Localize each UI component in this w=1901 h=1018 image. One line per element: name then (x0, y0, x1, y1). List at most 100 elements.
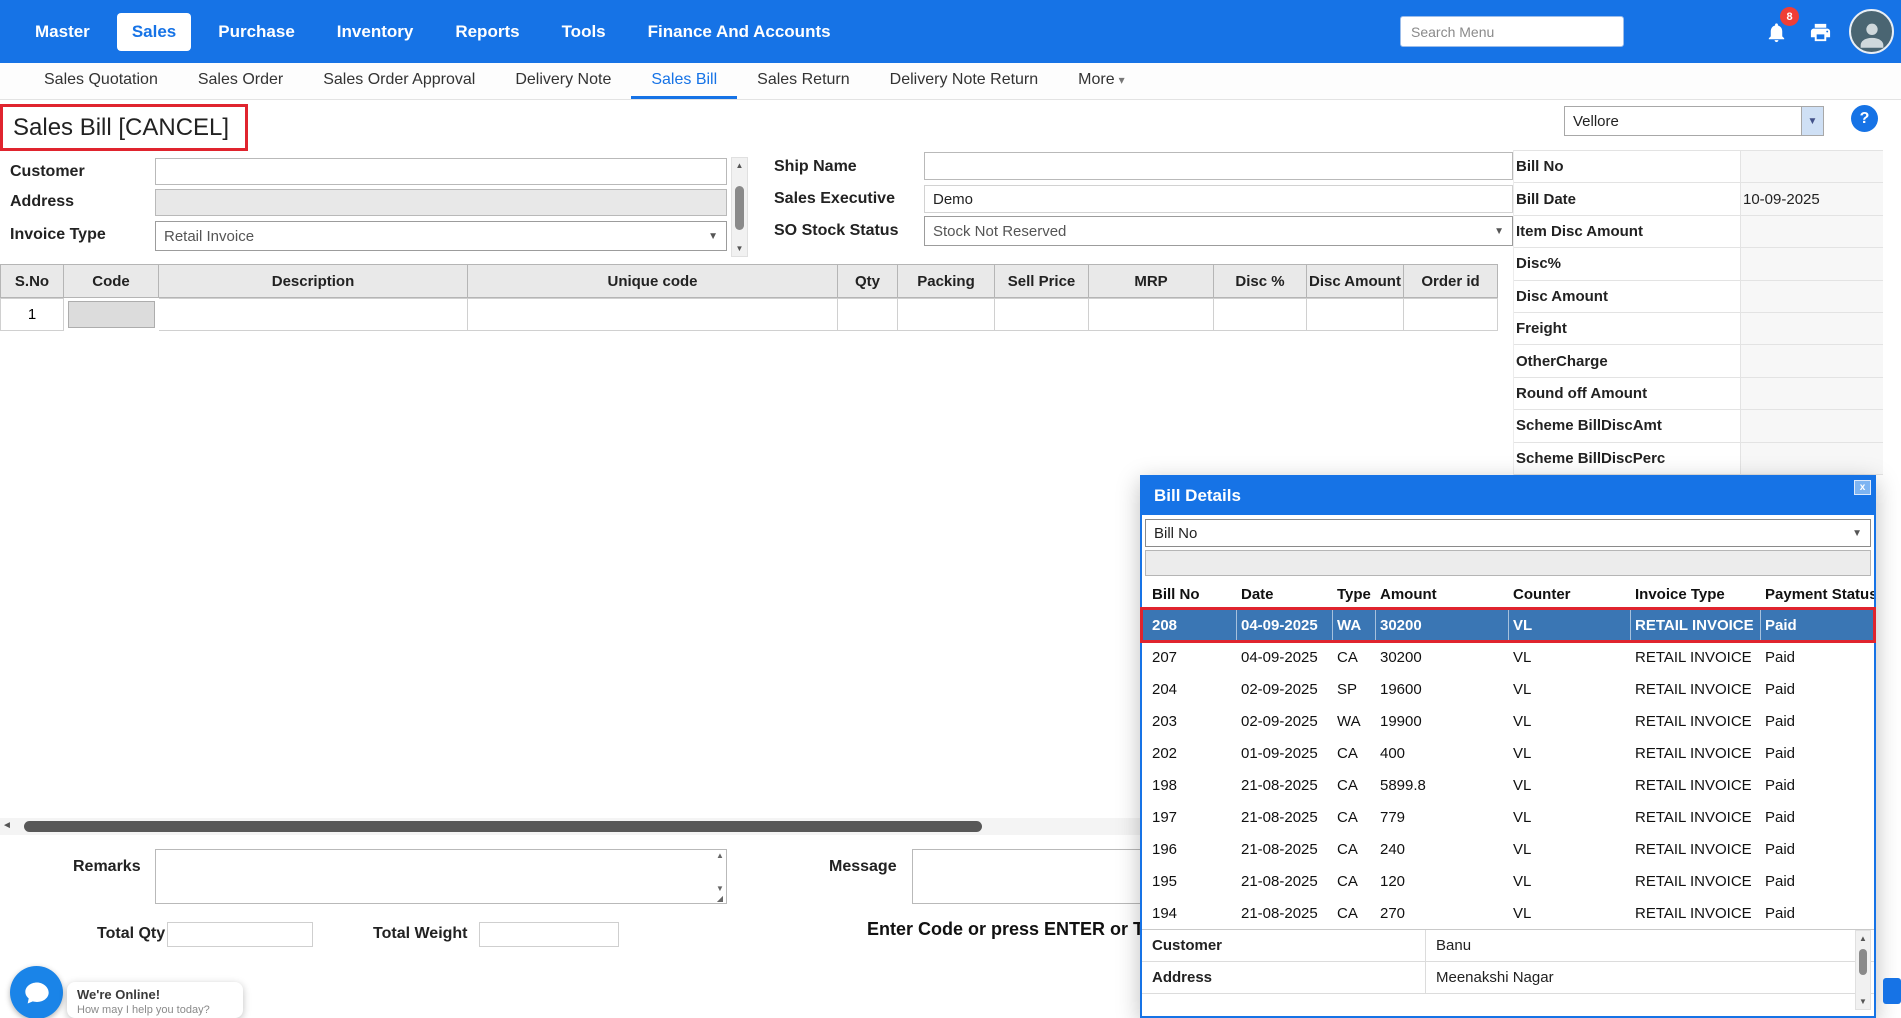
nav-item-tools[interactable]: Tools (547, 13, 621, 51)
bill-details-cell: CA (1333, 649, 1376, 666)
bill-details-row[interactable]: 20704-09-2025CA30200VLRETAIL INVOICEPaid (1142, 641, 1874, 673)
textarea-up-icon[interactable]: ▲ (714, 851, 726, 860)
caret-down-icon[interactable]: ▼ (1801, 107, 1823, 135)
chat-widget-button[interactable] (10, 966, 63, 1018)
print-icon[interactable] (1806, 18, 1834, 46)
scroll-left-icon[interactable]: ◄ (2, 820, 12, 831)
item-cell-packing[interactable] (898, 298, 995, 331)
horizontal-scrollbar-thumb[interactable] (24, 821, 982, 832)
tab-more[interactable]: More▾ (1058, 63, 1144, 99)
bill-details-row[interactable]: 19621-08-2025CA240VLRETAIL INVOICEPaid (1142, 833, 1874, 865)
summary-value[interactable] (1740, 151, 1883, 182)
address-label: Address (10, 193, 74, 211)
item-cell-disc-pct[interactable] (1214, 298, 1307, 331)
bill-details-cell: 04-09-2025 (1237, 649, 1333, 666)
bill-details-cell: 400 (1376, 745, 1509, 762)
address-input[interactable] (155, 189, 727, 216)
sales-executive-input[interactable] (924, 185, 1513, 213)
bill-details-row[interactable]: 19721-08-2025CA779VLRETAIL INVOICEPaid (1142, 801, 1874, 833)
bill-details-row[interactable]: 20201-09-2025CA400VLRETAIL INVOICEPaid (1142, 737, 1874, 769)
item-cell-qty[interactable] (838, 298, 898, 331)
tab-delivery-note-return[interactable]: Delivery Note Return (870, 63, 1059, 99)
chat-greeting-text: How may I help you today? (77, 1004, 233, 1016)
bill-details-filter-select[interactable]: Bill No ▼ (1145, 519, 1871, 547)
bill-details-cell: RETAIL INVOICE (1631, 905, 1761, 922)
summary-value[interactable] (1740, 378, 1883, 409)
bill-details-cell: Paid (1761, 873, 1874, 890)
bill-details-row[interactable]: 20402-09-2025SP19600VLRETAIL INVOICEPaid (1142, 673, 1874, 705)
bill-details-row[interactable]: 20302-09-2025WA19900VLRETAIL INVOICEPaid (1142, 705, 1874, 737)
tab-sales-return[interactable]: Sales Return (737, 63, 870, 99)
side-action-button[interactable] (1883, 978, 1901, 1004)
tab-sales-order-approval[interactable]: Sales Order Approval (303, 63, 495, 99)
total-weight-input[interactable] (479, 922, 619, 947)
nav-item-sales[interactable]: Sales (117, 13, 191, 51)
summary-row-scheme-billdiscamt: Scheme BillDiscAmt (1514, 410, 1883, 442)
bill-details-cell: 5899.8 (1376, 777, 1509, 794)
search-input[interactable] (1400, 16, 1624, 47)
bill-details-titlebar[interactable]: Bill Details x (1142, 477, 1874, 515)
close-icon[interactable]: x (1854, 480, 1871, 495)
summary-value[interactable] (1740, 216, 1883, 247)
chat-status-bubble[interactable]: We're Online! How may I help you today? (67, 982, 243, 1018)
item-cell-sno[interactable]: 1 (1, 298, 64, 331)
summary-value[interactable] (1740, 410, 1883, 441)
remarks-textarea[interactable] (155, 849, 727, 904)
user-avatar[interactable] (1849, 9, 1894, 54)
item-cell-unique-code[interactable] (468, 298, 838, 331)
tab-sales-quotation[interactable]: Sales Quotation (24, 63, 178, 99)
item-cell-description[interactable] (159, 298, 468, 331)
item-cell-code[interactable] (68, 301, 155, 328)
help-button[interactable]: ? (1851, 105, 1878, 132)
invoice-type-select[interactable]: Retail Invoice ▼ (155, 221, 727, 251)
tab-sales-bill[interactable]: Sales Bill (631, 63, 737, 99)
bill-details-cell: CA (1333, 841, 1376, 858)
summary-value[interactable] (1740, 248, 1883, 279)
summary-value[interactable] (1740, 443, 1883, 474)
notification-count-badge: 8 (1780, 7, 1799, 26)
summary-value[interactable] (1740, 313, 1883, 344)
item-cell-mrp[interactable] (1089, 298, 1214, 331)
bill-details-row[interactable]: 19821-08-2025CA5899.8VLRETAIL INVOICEPai… (1142, 769, 1874, 801)
item-cell-disc-amount[interactable] (1307, 298, 1404, 331)
textarea-down-icon[interactable]: ▼ (714, 884, 726, 893)
scroll-down-icon[interactable]: ▼ (732, 241, 747, 256)
item-cell-sell-price[interactable] (995, 298, 1089, 331)
item-cell-order-id[interactable] (1404, 298, 1498, 331)
bill-details-cell: Paid (1761, 609, 1874, 641)
form-vertical-scrollbar[interactable]: ▲ ▼ (731, 157, 748, 257)
resize-grip-icon[interactable]: ◢ (714, 894, 726, 903)
summary-value[interactable] (1740, 281, 1883, 312)
total-qty-input[interactable] (167, 922, 313, 947)
tab-sales-order[interactable]: Sales Order (178, 63, 303, 99)
branch-selector[interactable]: Vellore ▼ (1564, 106, 1824, 136)
scroll-up-icon[interactable]: ▲ (732, 158, 747, 173)
ship-name-input[interactable] (924, 152, 1513, 180)
nav-item-reports[interactable]: Reports (440, 13, 534, 51)
tab-delivery-note[interactable]: Delivery Note (495, 63, 631, 99)
nav-item-finance-and-accounts[interactable]: Finance And Accounts (633, 13, 846, 51)
bill-details-row[interactable]: 19421-08-2025CA270VLRETAIL INVOICEPaid (1142, 897, 1874, 929)
scroll-up-icon[interactable]: ▲ (1856, 931, 1870, 946)
message-textarea[interactable] (912, 849, 1172, 904)
bill-details-scrollbar[interactable]: ▲ ▼ (1855, 930, 1871, 1010)
nav-item-inventory[interactable]: Inventory (322, 13, 429, 51)
bill-details-row[interactable]: 19521-08-2025CA120VLRETAIL INVOICEPaid (1142, 865, 1874, 897)
scrollbar-thumb[interactable] (1859, 949, 1867, 975)
horizontal-scrollbar[interactable]: ◄ (0, 818, 1146, 835)
so-stock-status-select[interactable]: Stock Not Reserved ▼ (924, 216, 1513, 246)
items-table-row[interactable]: 1 (0, 298, 1498, 331)
summary-value[interactable] (1740, 345, 1883, 376)
bill-details-cell: 204 (1142, 681, 1237, 698)
customer-input[interactable] (155, 158, 727, 185)
nav-item-master[interactable]: Master (20, 13, 105, 51)
bill-customer-label: Customer (1142, 930, 1426, 961)
bill-details-customer-row: Customer Banu (1142, 930, 1874, 962)
bill-details-search-input[interactable] (1145, 550, 1871, 576)
summary-value[interactable]: 10-09-2025 (1740, 183, 1883, 214)
bill-details-address-row: Address Meenakshi Nagar (1142, 962, 1874, 994)
scroll-down-icon[interactable]: ▼ (1856, 994, 1870, 1009)
bill-details-row[interactable]: 20804-09-2025WA30200VLRETAIL INVOICEPaid (1142, 609, 1874, 641)
scrollbar-thumb[interactable] (735, 186, 744, 230)
nav-item-purchase[interactable]: Purchase (203, 13, 310, 51)
